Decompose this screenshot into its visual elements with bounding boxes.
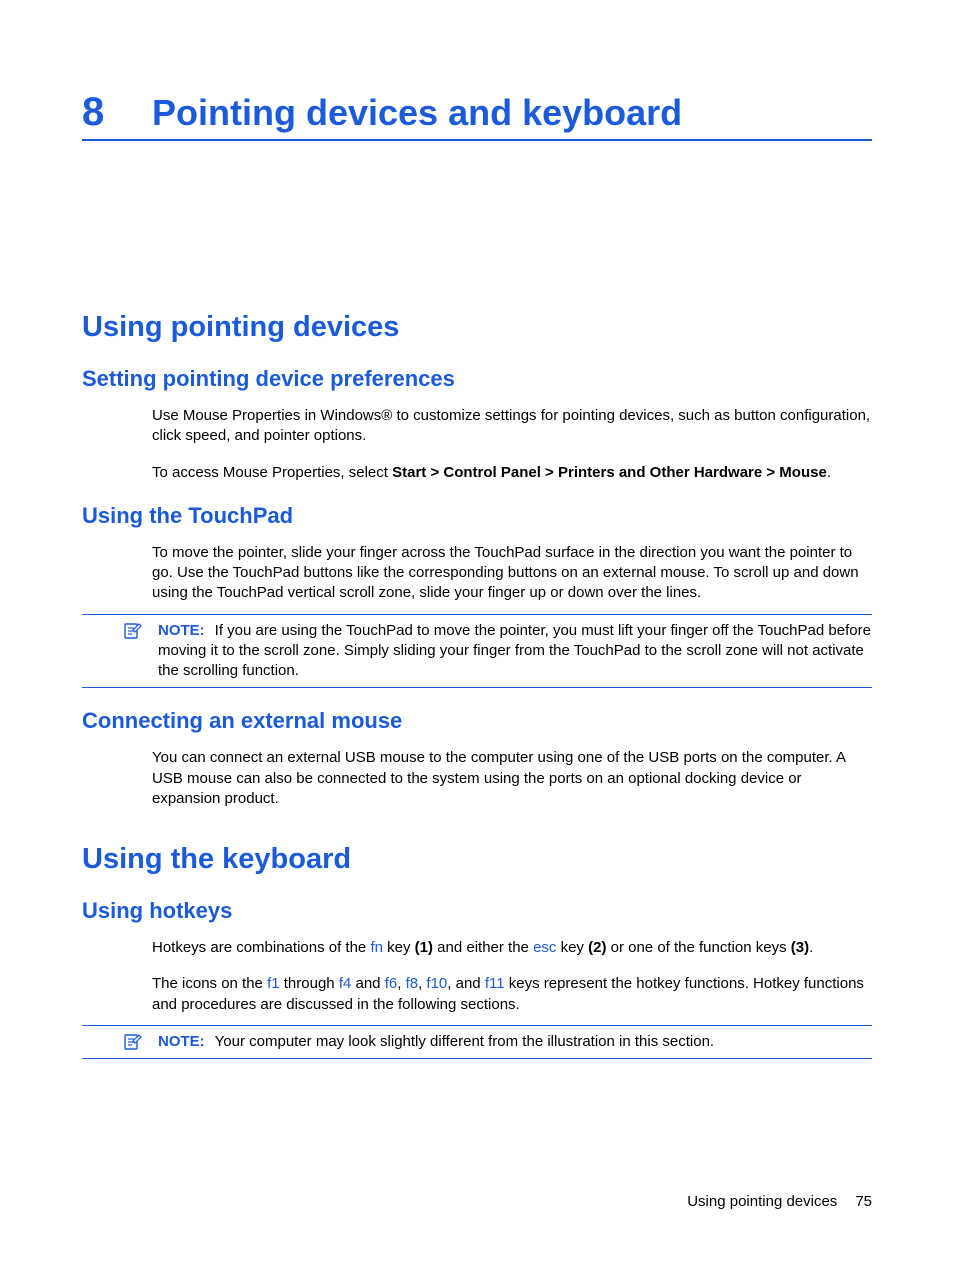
chapter-number: 8	[82, 90, 152, 135]
body-text: Hotkeys are combinations of the fn key (…	[82, 938, 872, 1015]
section-heading-2: Using the keyboard	[82, 843, 872, 876]
section-heading-1: Using pointing devices	[82, 311, 872, 344]
paragraph: You can connect an external USB mouse to…	[152, 748, 872, 809]
body-text: You can connect an external USB mouse to…	[82, 748, 872, 809]
subsection-heading: Setting pointing device preferences	[82, 366, 872, 392]
note-text: NOTE:Your computer may look slightly dif…	[118, 1032, 872, 1052]
chapter-title: Pointing devices and keyboard	[152, 92, 682, 134]
document-page: 8 Pointing devices and keyboard Using po…	[0, 0, 954, 1270]
page-number: 75	[855, 1193, 872, 1210]
note-text: NOTE:If you are using the TouchPad to mo…	[118, 621, 872, 682]
paragraph: Use Mouse Properties in Windows® to cust…	[152, 406, 872, 447]
subsection-heading: Using the TouchPad	[82, 503, 872, 529]
footer-section-name: Using pointing devices	[687, 1193, 837, 1210]
note-icon	[82, 1032, 118, 1052]
chapter-heading: 8 Pointing devices and keyboard	[82, 90, 872, 141]
note-label: NOTE:	[158, 622, 205, 639]
page-footer: Using pointing devices 75	[687, 1193, 872, 1210]
note-callout: NOTE:If you are using the TouchPad to mo…	[82, 614, 872, 689]
note-callout: NOTE:Your computer may look slightly dif…	[82, 1025, 872, 1059]
note-label: NOTE:	[158, 1033, 205, 1050]
body-text: Use Mouse Properties in Windows® to cust…	[82, 406, 872, 483]
paragraph: To access Mouse Properties, select Start…	[152, 463, 872, 483]
body-text: To move the pointer, slide your finger a…	[82, 543, 872, 604]
paragraph: The icons on the f1 through f4 and f6, f…	[152, 974, 872, 1015]
subsection-heading: Using hotkeys	[82, 898, 872, 924]
paragraph: Hotkeys are combinations of the fn key (…	[152, 938, 872, 958]
note-icon	[82, 621, 118, 682]
subsection-heading: Connecting an external mouse	[82, 708, 872, 734]
paragraph: To move the pointer, slide your finger a…	[152, 543, 872, 604]
